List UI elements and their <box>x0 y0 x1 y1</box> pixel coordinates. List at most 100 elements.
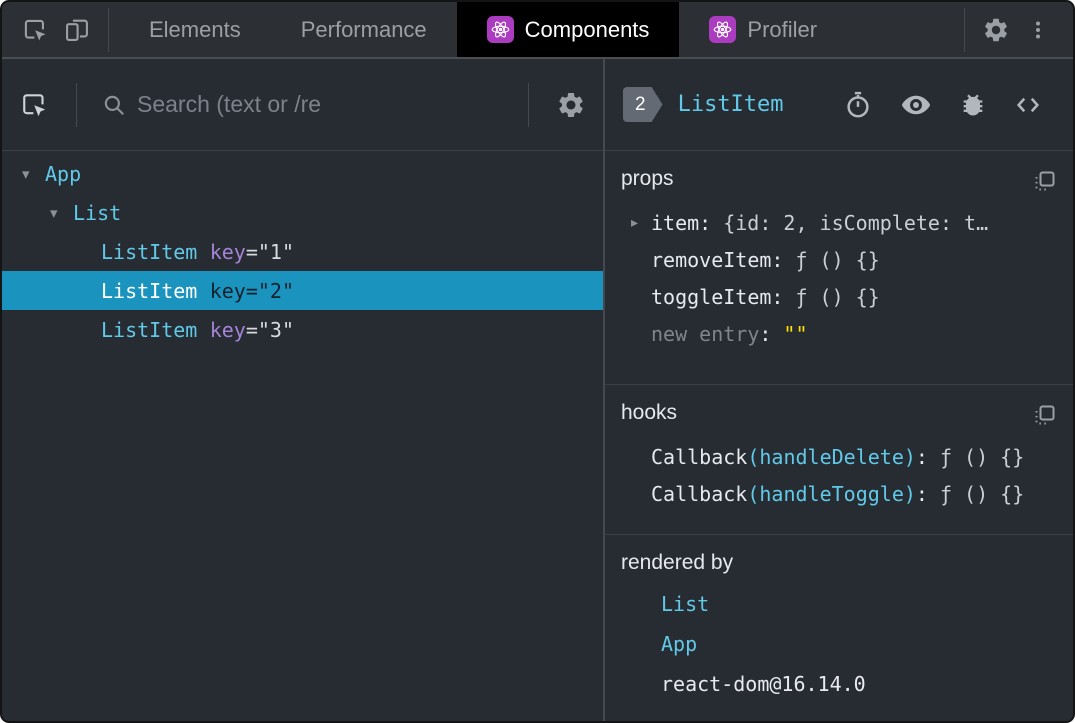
prop-row-removeitem[interactable]: removeItem: ƒ () {} <box>621 241 1057 278</box>
divider <box>108 7 109 52</box>
kebab-menu-icon <box>1026 18 1050 42</box>
props-section-title: props <box>621 167 674 190</box>
key-value: ="2" <box>245 278 295 303</box>
devtools-topbar: Elements Performance Components Profiler <box>2 2 1073 59</box>
prop-row-item[interactable]: ▸ item: {id: 2, isComplete: t… <box>621 204 1057 241</box>
expand-arrow-icon[interactable]: ▸ <box>631 215 651 231</box>
tree-row-listitem-3[interactable]: ListItem key ="3" <box>2 310 603 349</box>
inspect-element-button[interactable] <box>14 2 56 57</box>
colon: : <box>759 321 772 346</box>
code-brackets-icon <box>1013 90 1043 120</box>
collapse-arrow-icon[interactable]: ▾ <box>50 204 73 222</box>
rendered-by-section-title: rendered by <box>621 551 734 574</box>
hook-value: ƒ () {} <box>939 444 1025 469</box>
owner-link-app[interactable]: App <box>661 632 697 656</box>
prop-name: toggleItem <box>651 284 772 309</box>
selected-component-title: ListItem <box>677 92 784 117</box>
component-name: List <box>73 200 122 225</box>
devtools-window: Elements Performance Components Profiler… <box>0 0 1075 723</box>
component-name: ListItem <box>101 278 198 303</box>
topbar-right-group <box>954 2 1073 57</box>
tab-label: Profiler <box>747 16 818 42</box>
divider <box>964 7 965 52</box>
inspect-cursor-icon <box>21 16 49 44</box>
gear-icon <box>982 16 1010 44</box>
copy-props-button[interactable] <box>1033 169 1057 193</box>
log-to-console-button[interactable] <box>959 91 987 119</box>
hooks-section: hooks Callback (handleDelete): ƒ () {} C… <box>605 385 1073 535</box>
inspector-header: 2 ListItem <box>605 59 1073 151</box>
device-toolbar-icon <box>63 16 91 44</box>
colon: : <box>771 247 784 272</box>
rendered-by-section: rendered by List App react-dom@16.14.0 <box>605 535 1073 721</box>
tab-label: Components <box>524 16 650 42</box>
prop-name: item <box>651 210 700 235</box>
owner-link-list[interactable]: List <box>661 592 709 616</box>
hooks-section-title: hooks <box>621 401 678 424</box>
divider <box>528 82 529 127</box>
copy-hooks-button[interactable] <box>1033 403 1057 427</box>
element-id-badge: 2 <box>623 87 663 122</box>
prop-value: ƒ () {} <box>795 247 880 272</box>
tab-components[interactable]: Components <box>456 2 680 57</box>
collapse-arrow-icon[interactable]: ▾ <box>22 165 45 183</box>
hook-row-handledelete[interactable]: Callback (handleDelete): ƒ () {} <box>621 438 1057 475</box>
search-icon <box>101 92 127 118</box>
component-name: ListItem <box>101 239 198 264</box>
hook-name: Callback <box>651 444 748 469</box>
prop-row-toggleitem[interactable]: toggleItem: ƒ () {} <box>621 278 1057 315</box>
key-value: ="3" <box>245 317 295 342</box>
prop-name: removeItem <box>651 247 772 272</box>
device-toolbar-button[interactable] <box>56 2 98 57</box>
gear-icon <box>556 90 586 120</box>
settings-button[interactable] <box>975 2 1017 57</box>
select-component-button[interactable] <box>2 90 66 120</box>
tree-settings-button[interactable] <box>539 90 603 120</box>
search-input[interactable] <box>135 90 518 119</box>
new-entry-value-input[interactable]: "" <box>783 322 807 346</box>
tree-row-listitem-2-selected[interactable]: ListItem key ="2" <box>2 271 603 310</box>
inspector-pane: 2 ListItem props ▸ item: {id: 2, isComp… <box>605 59 1073 721</box>
divider <box>76 82 77 127</box>
key-attribute: key <box>209 317 246 342</box>
view-source-button[interactable] <box>1013 90 1043 120</box>
suspense-toggle-button[interactable] <box>843 90 873 120</box>
stopwatch-icon <box>843 90 873 120</box>
bug-icon <box>959 91 987 119</box>
rendered-by-item: App <box>621 624 1057 664</box>
tree-row-listitem-1[interactable]: ListItem key ="1" <box>2 232 603 271</box>
new-prop-entry-row[interactable]: new entry: "" <box>621 315 1057 352</box>
component-name: ListItem <box>101 317 198 342</box>
inspect-cursor-icon <box>19 90 49 120</box>
props-list: ▸ item: {id: 2, isComplete: t… removeIte… <box>621 204 1057 352</box>
props-section: props ▸ item: {id: 2, isComplete: t… rem… <box>605 151 1073 385</box>
copy-icon <box>1033 403 1057 427</box>
colon: : <box>771 284 784 309</box>
copy-icon <box>1033 169 1057 193</box>
hook-row-handletoggle[interactable]: Callback (handleToggle): ƒ () {} <box>621 475 1057 512</box>
rendered-by-list: List App react-dom@16.14.0 <box>621 584 1057 704</box>
prop-value: {id: 2, isComplete: t… <box>723 210 989 235</box>
inspect-dom-button[interactable] <box>899 88 933 122</box>
new-entry-label: new entry <box>651 321 760 346</box>
tab-profiler[interactable]: Profiler <box>679 2 847 57</box>
tab-elements[interactable]: Elements <box>119 2 271 57</box>
hook-callback-name: (handleDelete) <box>747 444 916 469</box>
tab-performance[interactable]: Performance <box>271 2 457 57</box>
rendered-by-item: react-dom@16.14.0 <box>621 664 1057 704</box>
react-logo-icon <box>709 16 737 43</box>
inspector-actions <box>843 88 1043 122</box>
prop-value: ƒ () {} <box>795 284 880 309</box>
more-menu-button[interactable] <box>1017 2 1059 57</box>
rendered-by-item: List <box>621 584 1057 624</box>
tab-label: Performance <box>300 16 427 42</box>
key-value: ="1" <box>245 239 295 264</box>
key-attribute: key <box>209 278 246 303</box>
tree-row-app[interactable]: ▾ App <box>2 154 603 193</box>
components-panel: ▾ App ▾ List ListItem key ="1" ListItem … <box>2 59 1073 721</box>
tree-row-list[interactable]: ▾ List <box>2 193 603 232</box>
hook-name: Callback <box>651 481 748 506</box>
eye-icon <box>899 88 933 122</box>
tree-toolbar <box>2 59 603 151</box>
